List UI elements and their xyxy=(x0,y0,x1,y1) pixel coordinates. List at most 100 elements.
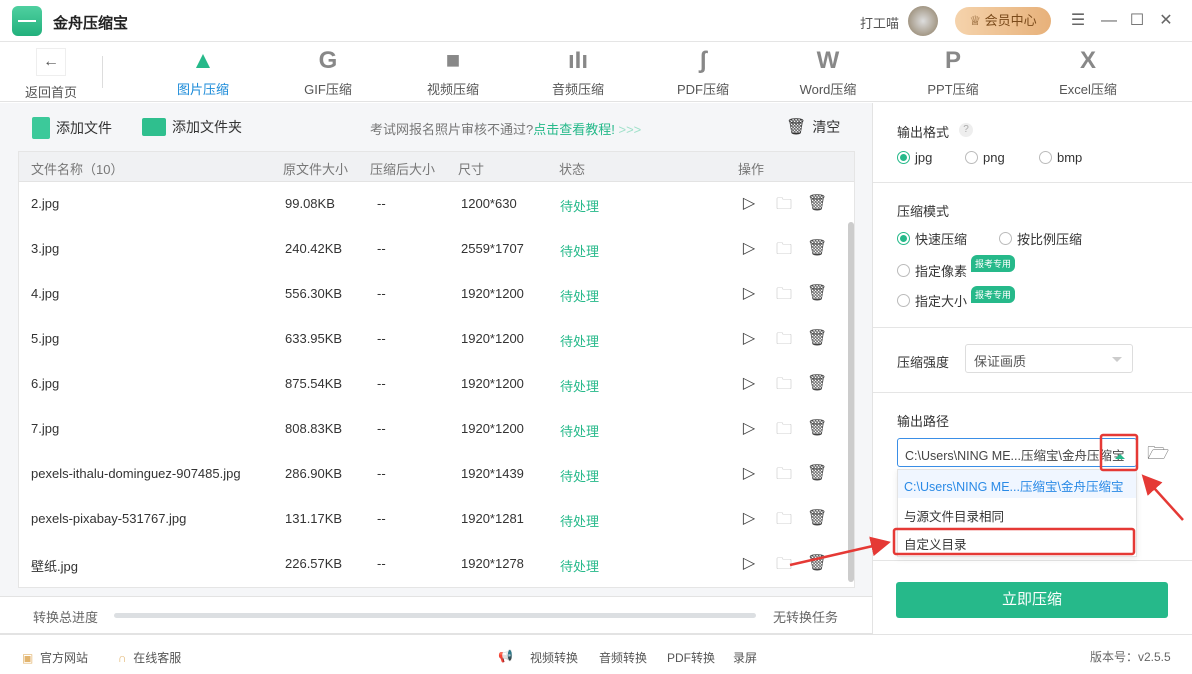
footer-link-audio[interactable]: 音频转换 xyxy=(599,649,647,666)
tab-excel[interactable]: X Excel压缩 xyxy=(1038,42,1138,102)
col-dimensions: 尺寸 xyxy=(458,162,485,177)
original-size: 808.83KB xyxy=(285,421,343,436)
help-icon[interactable]: ? xyxy=(959,123,973,137)
output-path-select[interactable]: C:\Users\NING ME...压缩宝\金舟压缩宝 xyxy=(897,438,1137,467)
minimize-icon[interactable]: — xyxy=(1098,10,1120,32)
trash-icon[interactable]: 🗑 xyxy=(807,193,827,213)
tab-gif[interactable]: G GIF压缩 xyxy=(278,42,378,102)
folder-icon[interactable]: 🗀 xyxy=(774,328,794,348)
app-logo xyxy=(12,6,42,36)
table-row[interactable]: 5.jpg 633.95KB -- 1920*1200 待处理 ▷ 🗀 🗑 xyxy=(19,317,849,362)
path-option-source[interactable]: 与源文件目录相同 xyxy=(898,500,1136,528)
radio-label: 快速压缩 xyxy=(915,232,968,247)
official-site-link[interactable]: ▣ 官方网站 xyxy=(22,649,88,666)
file-name: 7.jpg xyxy=(31,421,60,436)
folder-icon[interactable]: 🗀 xyxy=(774,238,794,258)
folder-icon[interactable]: 🗀 xyxy=(774,373,794,393)
back-arrow-icon[interactable]: ← xyxy=(36,48,66,76)
trash-icon[interactable]: 🗑 xyxy=(807,373,827,393)
footer-link-video[interactable]: 视频转换 xyxy=(530,649,578,666)
trash-icon[interactable]: 🗑 xyxy=(807,283,827,303)
radio-label: 指定像素 xyxy=(915,264,968,279)
status: 待处理 xyxy=(560,334,600,349)
add-file-button[interactable]: 添加文件 xyxy=(32,117,112,139)
folder-icon[interactable]: 🗀 xyxy=(774,508,794,528)
trash-icon[interactable]: 🗑 xyxy=(807,553,827,573)
tab-ppt[interactable]: P PPT压缩 xyxy=(903,42,1003,102)
play-icon[interactable]: ▷ xyxy=(739,373,759,393)
format-title: 输出格式 xyxy=(897,125,950,140)
trash-icon[interactable]: 🗑 xyxy=(807,508,827,528)
radio-jpg[interactable]: jpg xyxy=(897,150,932,165)
status: 待处理 xyxy=(560,469,600,484)
tab-label: PPT压缩 xyxy=(927,82,979,97)
folder-icon[interactable]: 🗀 xyxy=(774,283,794,303)
path-option-custom[interactable]: 自定义目录 xyxy=(898,528,1136,556)
pdf-icon: ʃ xyxy=(699,47,707,74)
strength-select[interactable]: 保证画质 xyxy=(965,344,1133,373)
table-row[interactable]: 3.jpg 240.42KB -- 2559*1707 待处理 ▷ 🗀 🗑 xyxy=(19,227,849,272)
radio-circle xyxy=(1039,151,1052,164)
table-row[interactable]: 7.jpg 808.83KB -- 1920*1200 待处理 ▷ 🗀 🗑 xyxy=(19,407,849,452)
close-icon[interactable]: ✕ xyxy=(1155,10,1177,32)
username[interactable]: 打工喵 xyxy=(860,13,899,32)
tab-audio[interactable]: ıIı 音频压缩 xyxy=(528,42,628,102)
tutorial-link[interactable]: 点击查看教程! xyxy=(533,122,615,137)
radio-ratio[interactable]: 按比例压缩 xyxy=(999,229,1082,248)
table-row[interactable]: pexels-pixabay-531767.jpg 131.17KB -- 1920*… xyxy=(19,497,849,542)
back-home-link[interactable]: 返回首页 xyxy=(25,82,77,101)
add-folder-button[interactable]: 添加文件夹 xyxy=(142,117,242,137)
menu-icon[interactable]: ☰ xyxy=(1067,10,1089,32)
file-name: pexels-ithalu-dominguez-907485.jpg xyxy=(31,466,241,481)
folder-icon[interactable]: 🗀 xyxy=(774,193,794,213)
progress-status: 无转换任务 xyxy=(773,610,839,625)
play-icon[interactable]: ▷ xyxy=(739,238,759,258)
folder-icon[interactable]: 🗀 xyxy=(774,418,794,438)
vip-center-button[interactable]: ♕ 会员中心 xyxy=(955,7,1051,35)
play-icon[interactable]: ▷ xyxy=(739,463,759,483)
radio-label: 按比例压缩 xyxy=(1017,232,1083,247)
play-icon[interactable]: ▷ xyxy=(739,418,759,438)
radio-png[interactable]: png xyxy=(965,150,1005,165)
original-size: 633.95KB xyxy=(285,331,343,346)
trash-icon[interactable]: 🗑 xyxy=(807,463,827,483)
trash-icon[interactable]: 🗑 xyxy=(807,418,827,438)
tab-image[interactable]: ▲ 图片压缩 xyxy=(153,42,253,102)
folder-icon[interactable]: 🗀 xyxy=(774,553,794,573)
footer-link-record[interactable]: 录屏 xyxy=(733,649,757,666)
maximize-icon[interactable]: ☐ xyxy=(1126,10,1148,32)
path-option-default[interactable]: C:\Users\NING ME...压缩宝\金舟压缩宝 xyxy=(898,470,1136,498)
radio-size[interactable]: 指定大小 xyxy=(897,291,967,310)
folder-open-icon[interactable]: 🗁 xyxy=(1147,441,1169,471)
table-row[interactable]: pexels-ithalu-dominguez-907485.jpg 286.90… xyxy=(19,452,849,497)
table-row[interactable]: 6.jpg 875.54KB -- 1920*1200 待处理 ▷ 🗀 🗑 xyxy=(19,362,849,407)
add-folder-label: 添加文件夹 xyxy=(172,119,242,135)
table-row[interactable]: 2.jpg 99.08KB -- 1200*630 待处理 ▷ 🗀 🗑 xyxy=(19,182,849,227)
table-row[interactable]: 4.jpg 556.30KB -- 1920*1200 待处理 ▷ 🗀 🗑 xyxy=(19,272,849,317)
table-row[interactable]: 壁纸.jpg 226.57KB -- 1920*1278 待处理 ▷ 🗀 🗑 xyxy=(19,542,849,587)
radio-bmp[interactable]: bmp xyxy=(1039,150,1082,165)
status: 待处理 xyxy=(560,379,600,394)
customer-service-link[interactable]: ∩ 在线客服 xyxy=(118,649,181,666)
radio-pixels[interactable]: 指定像素 xyxy=(897,261,967,280)
scrollbar[interactable] xyxy=(848,222,854,582)
compress-now-button[interactable]: 立即压缩 xyxy=(896,582,1168,618)
play-icon[interactable]: ▷ xyxy=(739,283,759,303)
folder-icon[interactable]: 🗀 xyxy=(774,463,794,483)
play-icon[interactable]: ▷ xyxy=(739,553,759,573)
play-icon[interactable]: ▷ xyxy=(739,508,759,528)
footer-link-pdf[interactable]: PDF转换 xyxy=(667,649,715,666)
play-icon[interactable]: ▷ xyxy=(739,193,759,213)
trash-icon[interactable]: 🗑 xyxy=(807,238,827,258)
clear-button[interactable]: 🗑 清空 xyxy=(786,117,840,137)
progress-label: 转换总进度 xyxy=(33,610,99,625)
tab-pdf[interactable]: ʃ PDF压缩 xyxy=(653,42,753,102)
avatar[interactable] xyxy=(908,6,938,36)
dimensions: 1920*1200 xyxy=(461,331,524,346)
crown-icon: ♕ xyxy=(969,13,985,28)
trash-icon[interactable]: 🗑 xyxy=(807,328,827,348)
tab-word[interactable]: W Word压缩 xyxy=(778,42,878,102)
tab-video[interactable]: ■ 视频压缩 xyxy=(403,42,503,102)
play-icon[interactable]: ▷ xyxy=(739,328,759,348)
radio-fast[interactable]: 快速压缩 xyxy=(897,229,967,248)
